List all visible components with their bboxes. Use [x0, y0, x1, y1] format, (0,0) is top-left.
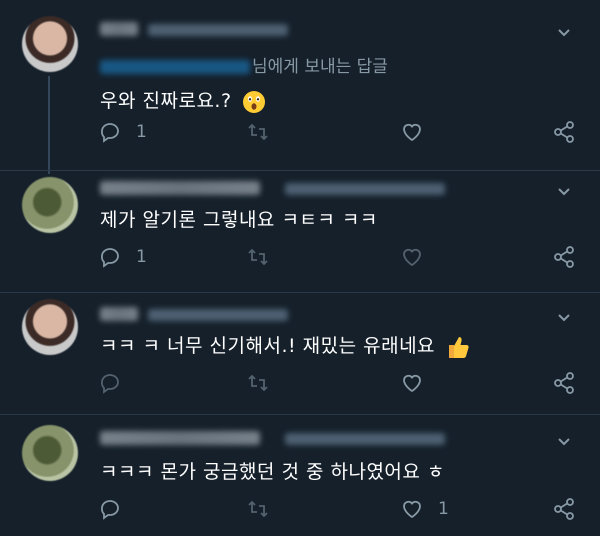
like-button[interactable]	[400, 120, 438, 144]
share-button[interactable]	[552, 497, 576, 521]
share-icon	[554, 246, 574, 268]
reply-icon	[101, 374, 119, 394]
handle-and-time	[148, 24, 288, 36]
retweet-icon	[248, 500, 268, 518]
reply-icon	[101, 248, 119, 268]
retweet-button[interactable]	[246, 371, 284, 395]
replying-to-label: 님에게 보내는 답글	[100, 52, 388, 77]
tweet-2[interactable]: 제가 알기론 그렇내요 ㅋㅌㅋ ㅋㅋ 1	[0, 171, 600, 291]
astonished-face-emoji	[243, 90, 266, 113]
retweet-button[interactable]	[246, 497, 284, 521]
tweet-text: ㅋㅋ ㅋ 너무 신기해서.! 재밌는 유래네요	[100, 331, 470, 360]
retweet-icon	[248, 374, 268, 392]
heart-icon	[403, 374, 421, 393]
avatar[interactable]	[22, 16, 78, 72]
share-button[interactable]	[552, 245, 576, 269]
retweet-icon	[248, 123, 268, 141]
share-button[interactable]	[552, 120, 576, 144]
display-name[interactable]	[100, 22, 138, 36]
reply-button[interactable]: 1	[98, 245, 147, 269]
heart-icon	[403, 123, 421, 142]
reply-button[interactable]	[98, 497, 136, 521]
tweet-4[interactable]: ㅋㅋㅋ 몬가 궁금했던 것 중 하나였어요 ㅎ 1	[0, 415, 600, 536]
reply-button[interactable]	[98, 371, 136, 395]
share-icon	[554, 121, 574, 143]
like-button[interactable]: 1	[400, 497, 449, 521]
reply-count: 1	[136, 122, 147, 142]
avatar[interactable]	[22, 425, 78, 481]
display-name[interactable]	[100, 307, 138, 321]
like-button[interactable]	[400, 371, 438, 395]
reply-icon	[101, 500, 119, 520]
handle-and-time	[148, 309, 288, 321]
avatar[interactable]	[22, 299, 78, 355]
share-button[interactable]	[552, 371, 576, 395]
reply-button[interactable]: 1	[98, 120, 147, 144]
tweet-3[interactable]: ㅋㅋ ㅋ 너무 신기해서.! 재밌는 유래네요	[0, 293, 600, 413]
display-name[interactable]	[100, 431, 260, 445]
chevron-down-icon[interactable]	[556, 183, 572, 199]
chevron-down-icon[interactable]	[556, 309, 572, 325]
retweet-button[interactable]	[246, 120, 284, 144]
like-button[interactable]	[400, 245, 438, 269]
handle-and-time	[285, 183, 445, 195]
retweet-button[interactable]	[246, 245, 284, 269]
mention-link[interactable]	[100, 60, 250, 74]
handle-and-time	[285, 433, 445, 445]
thumbs-up-emoji	[448, 336, 469, 358]
display-name[interactable]	[100, 181, 260, 195]
chevron-down-icon[interactable]	[556, 433, 572, 449]
heart-icon	[403, 500, 421, 519]
retweet-icon	[248, 248, 268, 266]
chevron-down-icon[interactable]	[556, 24, 572, 40]
tweet-text: ㅋㅋㅋ 몬가 궁금했던 것 중 하나였어요 ㅎ	[100, 461, 445, 483]
reply-icon	[101, 123, 119, 143]
heart-icon	[403, 248, 421, 267]
reply-count: 1	[136, 247, 147, 267]
avatar[interactable]	[22, 177, 78, 233]
share-icon	[554, 498, 574, 520]
like-count: 1	[438, 499, 449, 519]
tweet-text: 우와 진짜로요.?	[100, 86, 266, 114]
share-icon	[554, 372, 574, 394]
tweet-1[interactable]: 님에게 보내는 답글 우와 진짜로요.? 1	[0, 0, 600, 170]
tweet-text: 제가 알기론 그렇내요 ㅋㅌㅋ ㅋㅋ	[100, 209, 378, 231]
